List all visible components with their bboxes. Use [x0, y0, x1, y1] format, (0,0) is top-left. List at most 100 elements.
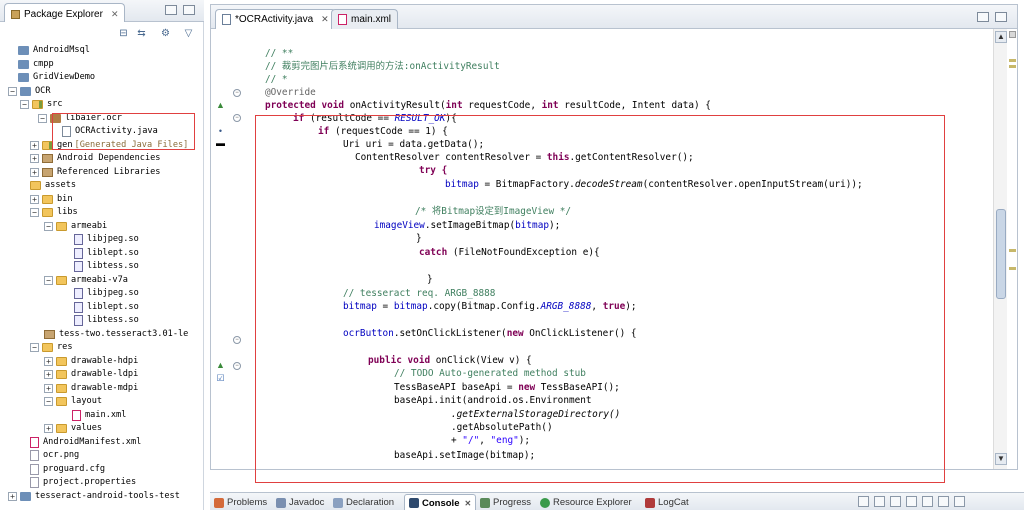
clear-console-icon[interactable] [858, 496, 869, 507]
maximize-button[interactable] [995, 12, 1007, 22]
view-menu-icon[interactable]: ▽ [183, 28, 194, 39]
scroll-up-icon[interactable]: ▲ [995, 31, 1007, 43]
close-icon[interactable]: ✕ [464, 499, 471, 508]
tree-item[interactable]: libjpeg.so [74, 233, 139, 246]
tree-item[interactable]: liblept.so [74, 301, 139, 314]
so-file-icon [74, 247, 83, 259]
tab-progress[interactable]: Progress [480, 494, 531, 510]
code-line: protected void onActivityResult(int requ… [265, 100, 711, 111]
tree-item[interactable]: + drawable-mdpi [44, 382, 138, 395]
tree-item[interactable]: main.xml [72, 409, 126, 422]
collapse-icon[interactable]: − [20, 100, 29, 109]
tree-item[interactable]: project.properties [30, 476, 136, 489]
tree-item[interactable]: + gen [Generated Java Files] [30, 139, 188, 152]
collapse-icon[interactable]: − [44, 275, 53, 285]
expand-icon[interactable]: + [44, 370, 53, 379]
tab-problems[interactable]: Problems [214, 494, 267, 510]
code-line: .getAbsolutePath() [451, 422, 553, 433]
warning-marker[interactable] [1009, 267, 1016, 270]
expand-icon[interactable]: + [30, 154, 39, 163]
tree-item[interactable]: libjpeg.so [74, 287, 139, 300]
tree-item[interactable]: OCRActivity.java [62, 125, 158, 138]
minimize-button[interactable] [977, 12, 989, 22]
collapse-icon[interactable]: − [30, 208, 39, 217]
tree-item[interactable]: + Referenced Libraries [30, 166, 160, 179]
package-explorer-tab[interactable]: Package Explorer ✕ [4, 3, 126, 22]
code-line: baseApi.setImage(bitmap); [394, 450, 536, 461]
collapse-icon[interactable]: − [38, 113, 47, 123]
tree-item[interactable]: assets [30, 179, 76, 192]
warning-marker[interactable] [1009, 249, 1016, 252]
scroll-down-icon[interactable]: ▼ [995, 453, 1007, 465]
expand-icon[interactable]: + [44, 356, 53, 366]
tree-item[interactable]: AndroidManifest.xml [30, 436, 141, 449]
open-console-icon[interactable] [922, 496, 933, 507]
expand-icon[interactable]: + [30, 194, 39, 204]
tab-console[interactable]: Console ✕ [404, 494, 477, 510]
tab-javadoc[interactable]: Javadoc [276, 494, 324, 510]
tree-item[interactable]: + bin [30, 193, 73, 206]
code-area[interactable]: // ** // 裁剪完图片后系统调用的方法:onActivityResult … [211, 29, 991, 483]
close-icon[interactable]: ✕ [321, 14, 329, 25]
tree-item[interactable]: − armeabi-v7a [44, 274, 128, 287]
tree-item[interactable]: liblept.so [74, 247, 139, 260]
collapse-icon[interactable]: − [30, 343, 39, 352]
tree-item[interactable]: − layout [44, 395, 102, 408]
tab-logcat[interactable]: LogCat [645, 494, 689, 510]
tree-item[interactable]: proguard.cfg [30, 463, 105, 476]
filter-icon[interactable]: ⚙ [160, 28, 171, 39]
package-explorer-tabbar: Package Explorer ✕ [0, 0, 204, 22]
expand-icon[interactable]: + [44, 424, 53, 433]
tab-resource-explorer[interactable]: Resource Explorer [540, 494, 632, 510]
display-console-icon[interactable] [906, 496, 917, 507]
tree-item[interactable]: + drawable-ldpi [44, 368, 138, 381]
tree-item[interactable]: tess-two.tesseract3.01-le [44, 328, 188, 341]
tree-item[interactable]: + tesseract-android-tools-test [8, 490, 180, 503]
collapse-icon[interactable]: − [44, 221, 53, 231]
tree-item[interactable]: libtess.so [74, 260, 139, 273]
tree-item[interactable]: − libs [30, 206, 78, 219]
warning-marker[interactable] [1009, 59, 1016, 62]
tree-item[interactable]: + drawable-hdpi [44, 355, 138, 368]
warning-marker[interactable] [1009, 65, 1016, 68]
tab-main-xml[interactable]: main.xml [331, 9, 399, 29]
expand-icon[interactable]: + [8, 491, 17, 501]
maximize-button[interactable] [954, 496, 965, 507]
source-folder-icon [42, 140, 53, 150]
expand-icon[interactable]: + [44, 383, 53, 393]
pin-console-icon[interactable] [890, 496, 901, 507]
overview-ruler-marker[interactable] [1009, 31, 1016, 38]
collapse-all-icon[interactable]: ⊟ [118, 28, 129, 39]
minimize-button[interactable] [938, 496, 949, 507]
package-explorer-title: Package Explorer [24, 8, 103, 20]
tree-item[interactable]: − libaier.ocr [38, 112, 122, 125]
tree-item[interactable]: GridViewDemo [18, 71, 95, 84]
code-line: TessBaseAPI baseApi = new TessBaseAPI(); [394, 382, 620, 393]
collapse-icon[interactable]: − [8, 86, 17, 96]
tree-item[interactable]: − OCR [8, 85, 51, 98]
code-line: .getExternalStorageDirectory() [451, 409, 621, 420]
tree-item[interactable]: + Android Dependencies [30, 152, 160, 165]
link-with-editor-icon[interactable]: ⇆ [136, 28, 147, 39]
tab-ocractivity-java[interactable]: *OCRActivity.java ✕ [215, 9, 336, 29]
tab-declaration[interactable]: Declaration [333, 494, 394, 510]
tree-item[interactable]: + values [44, 422, 102, 435]
scroll-lock-icon[interactable] [874, 496, 885, 507]
tree-item[interactable]: ocr.png [30, 449, 79, 462]
expand-icon[interactable]: + [30, 140, 39, 150]
tree-item[interactable]: libtess.so [74, 314, 139, 327]
maximize-button[interactable] [183, 5, 195, 15]
close-icon[interactable]: ✕ [111, 9, 119, 20]
vertical-scrollbar[interactable]: ▲ ▼ [993, 29, 1007, 469]
collapse-icon[interactable]: − [44, 397, 53, 406]
scroll-thumb[interactable] [996, 209, 1006, 299]
tree-item[interactable]: − src [20, 98, 63, 111]
minimize-button[interactable] [165, 5, 177, 15]
tree-item[interactable]: − armeabi [44, 220, 107, 233]
tree-item[interactable]: AndroidMsql [18, 44, 90, 57]
tree-item[interactable]: − res [30, 341, 73, 354]
code-line: // tesseract req. ARGB_8888 [343, 288, 496, 299]
tree-item[interactable]: cmpp [18, 58, 54, 71]
expand-icon[interactable]: + [30, 167, 39, 177]
package-explorer-icon [11, 9, 20, 19]
